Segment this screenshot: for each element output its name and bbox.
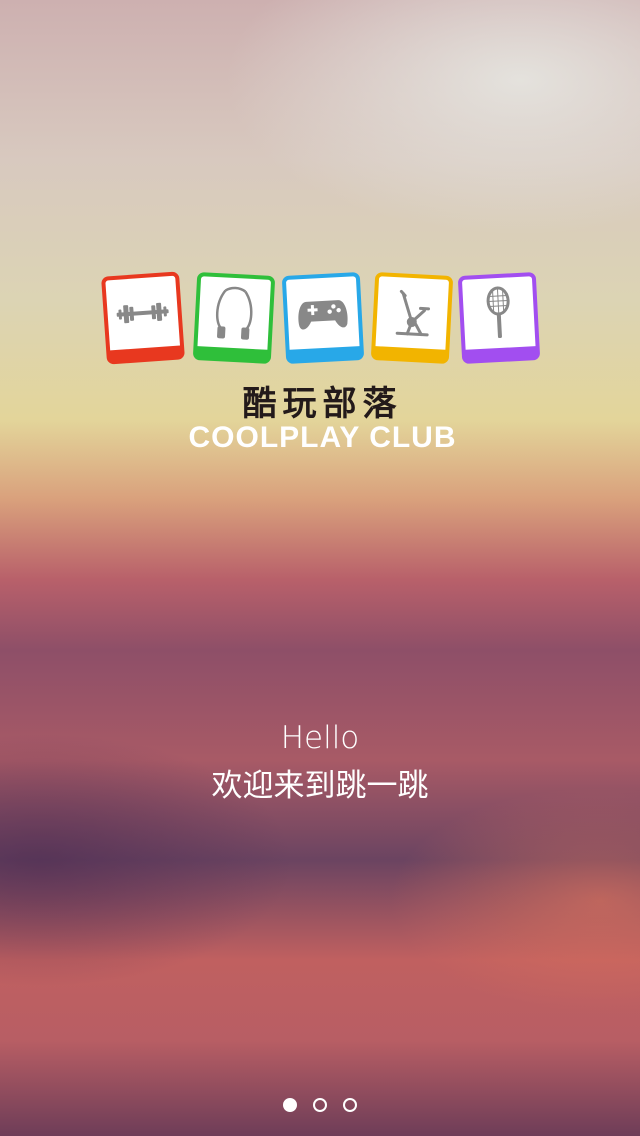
welcome-text: 欢迎来到跳一跳 (211, 768, 429, 804)
logo-tile-exercise-bike (370, 272, 454, 364)
app-logo: 酷玩部落 COOLPLAY CLUB (100, 268, 545, 458)
logo-english-name: COOLPLAY CLUB (188, 421, 457, 454)
jump-rope-icon (215, 286, 253, 340)
welcome-message: Hello 欢迎来到跳一跳 (0, 718, 640, 810)
logo-tile-jump-rope (192, 272, 276, 364)
dumbbell-icon (116, 302, 169, 324)
logo-tile-gamepad (281, 272, 365, 364)
hello-text: Hello (280, 720, 360, 756)
gamepad-icon (298, 300, 348, 330)
logo-tile-tennis-racket (457, 272, 541, 364)
page-dot-1[interactable] (283, 1098, 297, 1112)
logo-tiles (100, 268, 545, 378)
page-indicator (0, 1098, 640, 1114)
logo-chinese-name: 酷玩部落 (242, 384, 403, 424)
logo-tile-dumbbell (101, 271, 185, 365)
exercise-bike-icon (395, 289, 431, 337)
page-dot-3[interactable] (343, 1098, 357, 1112)
page-dot-2[interactable] (313, 1098, 327, 1112)
tennis-racket-icon (486, 286, 510, 339)
